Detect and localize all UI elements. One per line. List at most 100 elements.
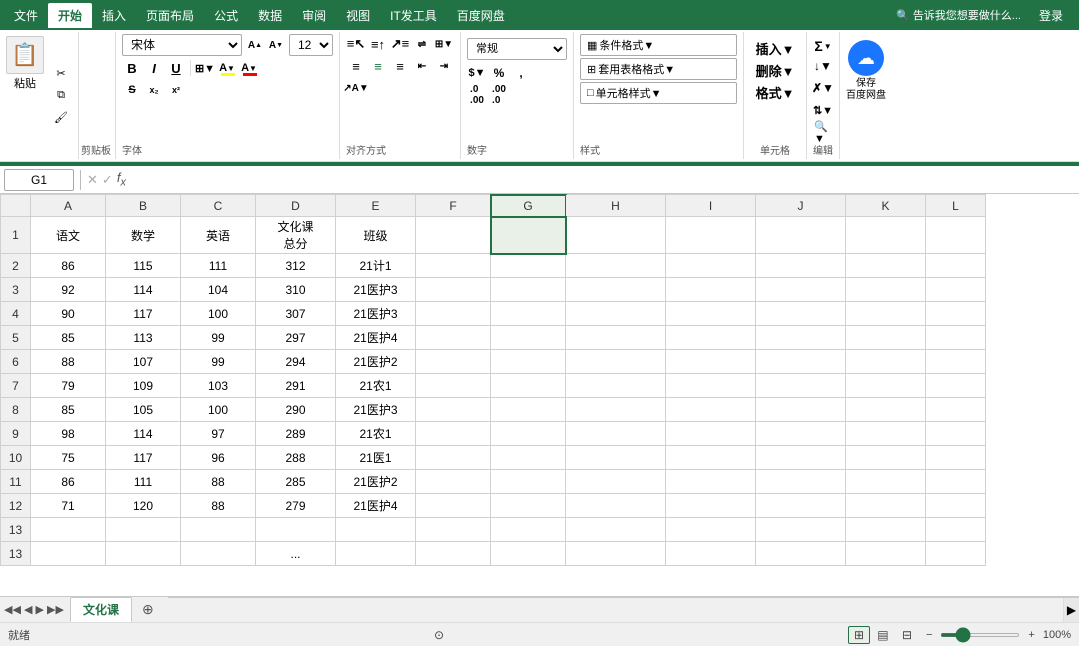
cell-j12[interactable]: [756, 494, 846, 518]
col-header-e[interactable]: E: [336, 195, 416, 217]
cell-g5[interactable]: [491, 326, 566, 350]
cell-e13[interactable]: [336, 518, 416, 542]
cell-row13-9[interactable]: [756, 542, 846, 566]
cell-l5[interactable]: [926, 326, 986, 350]
row-header-5[interactable]: 5: [1, 326, 31, 350]
cell-row13-11[interactable]: [926, 542, 986, 566]
cell-c5[interactable]: 99: [181, 326, 256, 350]
border-button[interactable]: ⊞▼: [195, 58, 215, 78]
cell-b3[interactable]: 114: [106, 278, 181, 302]
subscript-button[interactable]: x₂: [144, 80, 164, 100]
col-header-b[interactable]: B: [106, 195, 181, 217]
cell-i2[interactable]: [666, 254, 756, 278]
cell-a4[interactable]: 90: [31, 302, 106, 326]
cell-g7[interactable]: [491, 374, 566, 398]
normal-view-button[interactable]: ⊞: [848, 626, 870, 644]
cell-g10[interactable]: [491, 446, 566, 470]
search-box[interactable]: 🔍 告诉我您想要做什么...: [896, 7, 1021, 23]
col-header-k[interactable]: K: [846, 195, 926, 217]
menu-page-layout[interactable]: 页面布局: [136, 3, 204, 28]
cell-h2[interactable]: [566, 254, 666, 278]
horizontal-scrollbar-right[interactable]: ▶: [1063, 598, 1079, 622]
cell-c1[interactable]: 英语: [181, 217, 256, 254]
underline-button[interactable]: U: [166, 58, 186, 78]
cell-i5[interactable]: [666, 326, 756, 350]
cell-e10[interactable]: 21医1: [336, 446, 416, 470]
cell-h10[interactable]: [566, 446, 666, 470]
cell-g2[interactable]: [491, 254, 566, 278]
decrease-decimal-button[interactable]: .00.0: [489, 85, 509, 105]
cell-row13-10[interactable]: [846, 542, 926, 566]
cell-a9[interactable]: 98: [31, 422, 106, 446]
cell-d8[interactable]: 290: [256, 398, 336, 422]
row-header-4[interactable]: 4: [1, 302, 31, 326]
cell-a7[interactable]: 79: [31, 374, 106, 398]
cell-e6[interactable]: 21医护2: [336, 350, 416, 374]
fill-button[interactable]: ↓▼: [813, 56, 833, 76]
cell-l9[interactable]: [926, 422, 986, 446]
strikethrough-button[interactable]: S: [122, 80, 142, 100]
zoom-slider[interactable]: [940, 633, 1020, 637]
row-header-8[interactable]: 8: [1, 398, 31, 422]
cell-c9[interactable]: 97: [181, 422, 256, 446]
zoom-plus-button[interactable]: +: [1028, 629, 1034, 641]
cell-f6[interactable]: [416, 350, 491, 374]
cell-d10[interactable]: 288: [256, 446, 336, 470]
percent-button[interactable]: %: [489, 63, 509, 83]
delete-cell-button[interactable]: 删除▼: [750, 60, 800, 80]
zoom-minus-button[interactable]: −: [926, 629, 932, 641]
cell-g9[interactable]: [491, 422, 566, 446]
cell-i11[interactable]: [666, 470, 756, 494]
clear-button[interactable]: ✗▼: [813, 78, 833, 98]
cell-l13[interactable]: [926, 518, 986, 542]
menu-formula[interactable]: 公式: [204, 3, 248, 28]
row-header-3[interactable]: 3: [1, 278, 31, 302]
cell-j4[interactable]: [756, 302, 846, 326]
cell-i3[interactable]: [666, 278, 756, 302]
cut-button[interactable]: ✂: [50, 64, 72, 84]
cell-k3[interactable]: [846, 278, 926, 302]
format-cell-button[interactable]: 格式▼: [750, 82, 800, 102]
cell-e5[interactable]: 21医护4: [336, 326, 416, 350]
copy-button[interactable]: ⧉: [50, 86, 72, 106]
increase-decimal-button[interactable]: .0.00: [467, 85, 487, 105]
cell-h12[interactable]: [566, 494, 666, 518]
cell-row13-4[interactable]: [336, 542, 416, 566]
cell-l10[interactable]: [926, 446, 986, 470]
merge-center-button[interactable]: ⊞▼: [434, 34, 454, 54]
menu-review[interactable]: 审阅: [292, 3, 336, 28]
cell-k1[interactable]: [846, 217, 926, 254]
cell-i4[interactable]: [666, 302, 756, 326]
cell-f10[interactable]: [416, 446, 491, 470]
italic-button[interactable]: I: [144, 58, 164, 78]
cell-f13[interactable]: [416, 518, 491, 542]
menu-view[interactable]: 视图: [336, 3, 380, 28]
cell-k10[interactable]: [846, 446, 926, 470]
cell-h11[interactable]: [566, 470, 666, 494]
cell-d2[interactable]: 312: [256, 254, 336, 278]
cell-e4[interactable]: 21医护3: [336, 302, 416, 326]
cell-f2[interactable]: [416, 254, 491, 278]
formula-input[interactable]: [130, 169, 1075, 191]
cell-e1[interactable]: 班级: [336, 217, 416, 254]
cell-i9[interactable]: [666, 422, 756, 446]
wrap-text-button[interactable]: ⇌: [412, 34, 432, 54]
col-header-a[interactable]: A: [31, 195, 106, 217]
row-header-1[interactable]: 1: [1, 217, 31, 254]
cell-f4[interactable]: [416, 302, 491, 326]
number-format-select[interactable]: 常规 数字 货币: [467, 38, 567, 60]
cell-c2[interactable]: 111: [181, 254, 256, 278]
col-header-i[interactable]: I: [666, 195, 756, 217]
cell-a6[interactable]: 88: [31, 350, 106, 374]
cell-b8[interactable]: 105: [106, 398, 181, 422]
confirm-formula-icon[interactable]: ✓: [102, 172, 113, 188]
cell-d5[interactable]: 297: [256, 326, 336, 350]
cell-k4[interactable]: [846, 302, 926, 326]
cell-d11[interactable]: 285: [256, 470, 336, 494]
menu-data[interactable]: 数据: [248, 3, 292, 28]
currency-button[interactable]: $▼: [467, 63, 487, 83]
cell-c7[interactable]: 103: [181, 374, 256, 398]
row-header-13[interactable]: 13: [1, 518, 31, 542]
menu-it-tools[interactable]: IT发工具: [380, 3, 447, 28]
cell-a13[interactable]: [31, 518, 106, 542]
